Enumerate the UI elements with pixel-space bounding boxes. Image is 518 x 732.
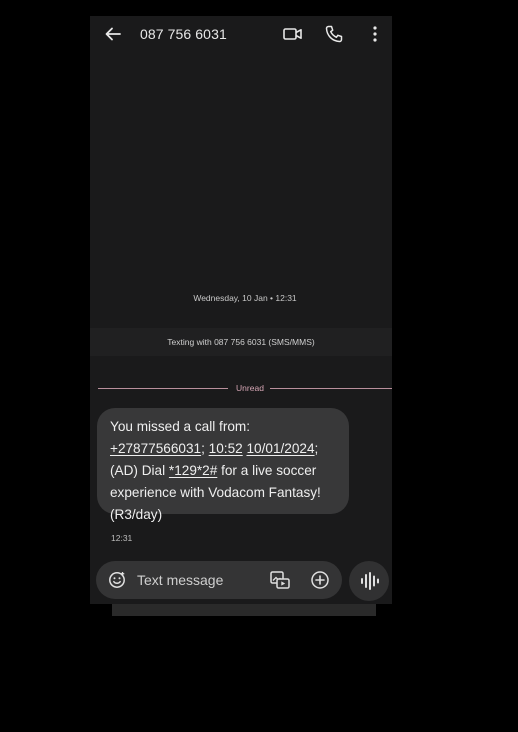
message-line-3: (AD) Dial *129*2# for a live soccer	[110, 463, 317, 478]
message-timestamp: 12:31	[111, 533, 133, 543]
emoji-button[interactable]	[108, 571, 126, 589]
contact-title[interactable]: 087 756 6031	[140, 26, 227, 42]
arrow-left-icon	[105, 27, 121, 41]
back-button[interactable]	[104, 25, 122, 43]
gallery-icon	[270, 571, 290, 589]
more-options-button[interactable]	[368, 24, 382, 44]
phone-screen: 087 756 6031 Wednesday, 10 Jan • 12:31 T…	[90, 16, 392, 604]
phone-icon	[325, 25, 343, 43]
message-line-1: You missed a call from:	[110, 419, 251, 434]
top-app-bar: 087 756 6031	[90, 16, 392, 52]
message-line-5: (R3/day)	[110, 507, 163, 522]
unread-divider-line-right	[270, 388, 392, 389]
phone-bottom-edge	[112, 604, 376, 616]
video-camera-icon	[283, 28, 302, 40]
message-composer	[96, 561, 342, 599]
unread-divider: Unread	[98, 382, 392, 394]
date-separator: Wednesday, 10 Jan • 12:31	[193, 293, 297, 303]
more-vertical-icon	[373, 26, 377, 42]
unread-divider-line-left	[98, 388, 228, 389]
voice-waveform-icon	[361, 572, 379, 590]
message-input[interactable]	[137, 571, 262, 589]
time-link[interactable]: 10:52	[209, 441, 243, 456]
gallery-button[interactable]	[269, 570, 291, 590]
voice-call-button[interactable]	[324, 24, 344, 44]
date-link[interactable]: 10/01/2024	[246, 441, 314, 456]
screenshot-stage: 087 756 6031 Wednesday, 10 Jan • 12:31 T…	[0, 0, 518, 732]
add-circle-icon	[311, 571, 329, 589]
add-attachment-button[interactable]	[310, 570, 330, 590]
voice-message-button[interactable]	[349, 561, 389, 601]
incoming-message-bubble[interactable]: You missed a call from: +27877566031; 10…	[97, 408, 349, 522]
emoji-icon	[109, 572, 125, 588]
video-call-button[interactable]	[282, 25, 304, 43]
phone-number-link[interactable]: +27877566031	[110, 441, 201, 456]
message-line-2: +27877566031; 10:52 10/01/2024;	[110, 441, 319, 456]
ussd-code-link[interactable]: *129*2#	[169, 463, 217, 478]
message-line-4: experience with Vodacom Fantasy!	[110, 485, 321, 500]
unread-label: Unread	[236, 383, 264, 393]
texting-banner: Texting with 087 756 6031 (SMS/MMS)	[90, 328, 392, 356]
